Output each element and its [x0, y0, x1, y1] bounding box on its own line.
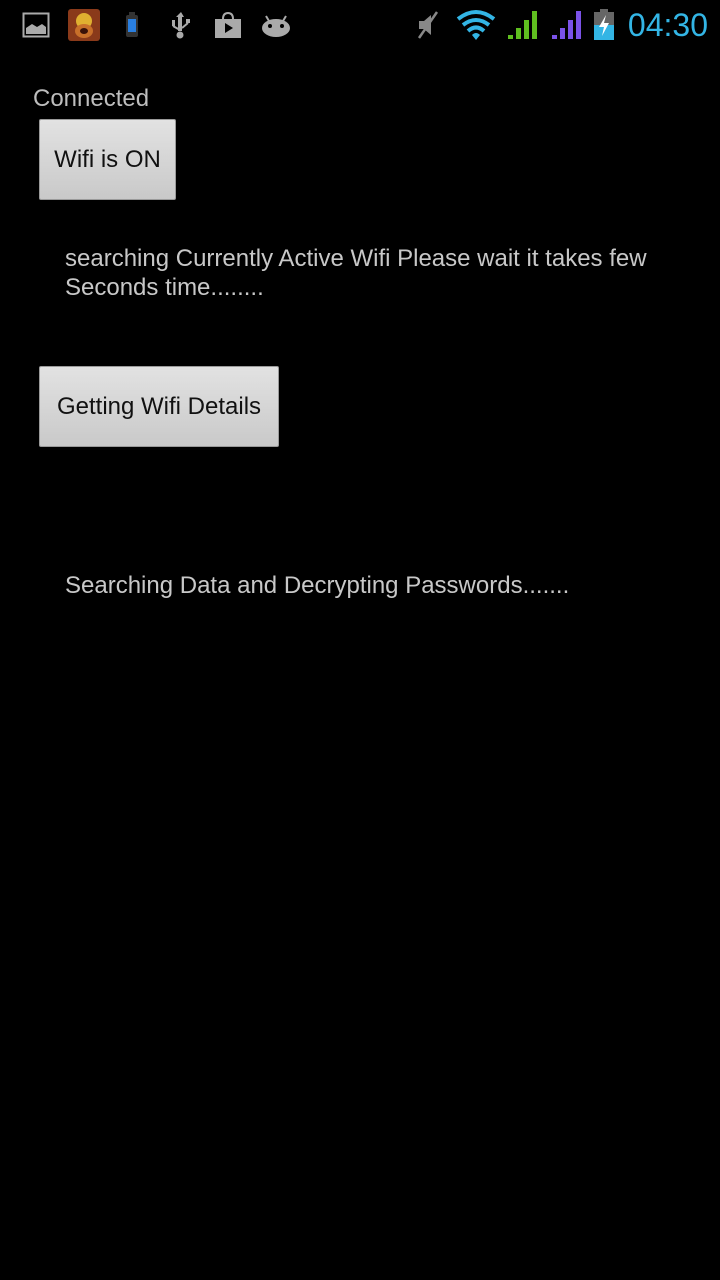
battery-widget-icon — [124, 0, 140, 50]
play-store-icon — [214, 0, 242, 50]
usb-icon — [170, 0, 192, 50]
clash-of-clans-app-icon — [68, 0, 100, 50]
android-debug-icon — [260, 0, 292, 50]
status-bar: 04:30 — [0, 0, 720, 50]
mute-icon — [414, 0, 442, 50]
wifi-signal-icon — [455, 0, 497, 50]
wifi-toggle-button[interactable]: Wifi is ON — [39, 119, 176, 200]
cell-signal-purple-icon — [549, 0, 585, 50]
status-clock: 04:30 — [627, 7, 708, 43]
search-status-message: searching Currently Active Wifi Please w… — [65, 245, 647, 301]
cell-signal-green-icon — [505, 0, 541, 50]
gallery-icon — [22, 0, 50, 50]
battery-charging-icon — [592, 0, 616, 50]
decrypt-status-message: Searching Data and Decrypting Passwords.… — [65, 572, 570, 599]
get-wifi-details-button[interactable]: Getting Wifi Details — [39, 366, 279, 447]
connection-status-label: Connected — [33, 85, 150, 112]
